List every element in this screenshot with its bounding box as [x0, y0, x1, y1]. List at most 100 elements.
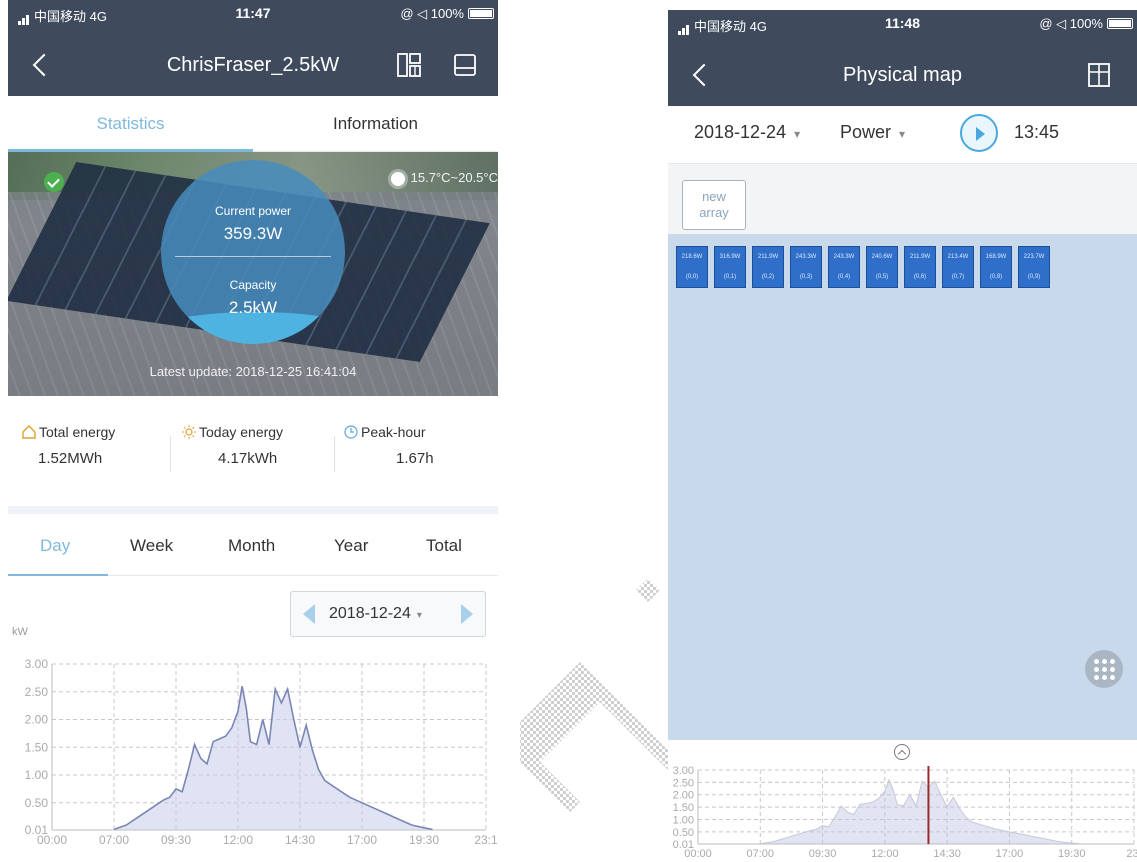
metric-select[interactable]: Power ▾ — [840, 122, 905, 143]
solar-panel[interactable]: 168.9W (0,8) — [980, 246, 1012, 288]
tab-day[interactable]: Day — [40, 536, 70, 556]
panel-power: 243.3W — [833, 254, 855, 260]
collapse-icon[interactable] — [894, 744, 910, 760]
solar-panel[interactable]: 211.9W (0,2) — [752, 246, 784, 288]
panel-power: 240.6W — [871, 254, 893, 260]
header: 中国移动 4G 11:47 @ ◁ 100% ChrisFraser_2.5kW — [8, 0, 498, 96]
x-tick-label: 17:00 — [996, 848, 1024, 860]
x-tick-label: 23: — [1126, 848, 1137, 860]
date-select[interactable]: 2018-12-24 ▾ — [329, 605, 422, 623]
app-screen-physical-map: 中国移动 4G 11:48 @ ◁ 100% Physical map 2018… — [668, 10, 1137, 862]
y-tick-label: 0.50 — [25, 796, 49, 810]
map-toolbar: 2018-12-24 ▾ Power ▾ 13:45 — [668, 106, 1137, 164]
x-tick-label: 23:1 — [474, 833, 498, 847]
stat-value: 1.67h — [396, 450, 434, 467]
divider — [334, 436, 335, 472]
solar-panel[interactable]: 243.3W (0,3) — [790, 246, 822, 288]
y-tick-label: 2.00 — [673, 790, 694, 802]
play-icon[interactable] — [960, 114, 998, 152]
x-tick-label: 17:00 — [347, 833, 377, 847]
panel-position: (0,7) — [951, 274, 965, 280]
map-layout-icon[interactable] — [1086, 62, 1112, 88]
y-tick-label: 3.00 — [25, 657, 49, 671]
selected-metric: Power — [840, 122, 892, 142]
stat-label: Today energy — [199, 424, 284, 440]
panel-power: 243.3W — [795, 254, 817, 260]
section-gap — [8, 506, 498, 514]
gauge-divider — [175, 256, 331, 257]
solar-panel[interactable]: 243.3W (0,4) — [828, 246, 860, 288]
next-day-icon[interactable] — [461, 604, 473, 624]
capacity-value: 2.5kW — [228, 298, 278, 317]
chevron-down-icon: ▾ — [416, 610, 422, 621]
panel-power: 218.6W — [681, 254, 703, 260]
solar-panel[interactable]: 213.4W (0,7) — [942, 246, 974, 288]
x-tick-label: 19:30 — [409, 833, 439, 847]
solar-panel[interactable]: 316.9W (0,1) — [714, 246, 746, 288]
new-array-button[interactable]: new array — [682, 180, 746, 230]
x-tick-label: 09:30 — [161, 833, 191, 847]
previous-day-icon[interactable] — [303, 604, 315, 624]
temperature-range: 15.7°C~20.5°C — [410, 170, 498, 185]
power-gauge: Current power 359.3W Capacity 2.5kW — [161, 160, 345, 344]
y-tick-label: 1.00 — [25, 768, 49, 782]
y-tick-label: 2.50 — [25, 685, 49, 699]
navbar: ChrisFraser_2.5kW — [8, 40, 498, 90]
solar-panel[interactable]: 211.9W (0,6) — [904, 246, 936, 288]
panel-power: 316.9W — [719, 254, 741, 260]
x-tick-label: 14:30 — [933, 848, 961, 860]
panel-power: 211.9W — [757, 254, 779, 260]
solar-panel[interactable]: 218.6W (0,0) — [676, 246, 708, 288]
stat-label: Total energy — [39, 424, 116, 440]
tab-month[interactable]: Month — [228, 536, 275, 556]
device-icon[interactable] — [452, 52, 478, 78]
tab-bar: Statistics Information — [8, 96, 498, 152]
stat-label: Peak-hour — [361, 424, 426, 440]
page-title: ChrisFraser_2.5kW — [166, 54, 340, 76]
status-bar: 中国移动 4G 11:48 @ ◁ 100% — [668, 10, 1137, 36]
stat-today-energy: Today energy 4.17kWh — [182, 424, 283, 484]
y-tick-label: 1.50 — [673, 802, 694, 814]
tab-total[interactable]: Total — [426, 536, 462, 556]
x-tick-label: 09:30 — [809, 848, 837, 860]
x-tick-label: 19:30 — [1058, 848, 1086, 860]
solar-panel[interactable]: 240.6W (0,5) — [866, 246, 898, 288]
period-indicator — [8, 574, 108, 576]
panel-position: (0,8) — [989, 274, 1003, 280]
tab-information[interactable]: Information — [253, 96, 498, 152]
tab-statistics[interactable]: Statistics — [8, 96, 253, 152]
y-tick-label: 1.00 — [673, 814, 694, 826]
check-icon — [44, 172, 64, 192]
tab-week[interactable]: Week — [130, 536, 173, 556]
panel-position: (0,1) — [723, 274, 737, 280]
watermark-decoration — [520, 578, 676, 812]
physical-map-canvas[interactable]: 218.6W (0,0) 316.9W (0,1) 211.9W (0,2) 243.3W (… — [668, 234, 1137, 740]
stat-value: 4.17kWh — [218, 450, 278, 467]
panel-power: 211.9W — [909, 254, 931, 260]
y-tick-label: 0.50 — [673, 827, 694, 839]
tab-year[interactable]: Year — [334, 536, 368, 556]
selected-date: 2018-12-24 — [694, 122, 787, 142]
panel-power: 213.4W — [947, 254, 969, 260]
y-tick-label: 2.00 — [25, 713, 49, 727]
layout-icon[interactable] — [396, 52, 422, 78]
current-power-label: Current power — [214, 204, 292, 218]
status-right: @ ◁ 100% — [400, 6, 464, 21]
x-tick-label: 07:00 — [747, 848, 775, 860]
panel-position: (0,4) — [837, 274, 851, 280]
grid-menu-icon[interactable] — [1085, 650, 1123, 688]
latest-update: Latest update: 2018-12-25 16:41:04 — [149, 364, 357, 379]
plant-hero: 15.7°C~20.5°C Current power 359.3W Capac… — [8, 152, 498, 396]
panel-position: (0,5) — [875, 274, 889, 280]
chevron-down-icon: ▾ — [899, 127, 906, 141]
x-tick-label: 00:00 — [684, 848, 712, 860]
solar-panel[interactable]: 223.7W (0,9) — [1018, 246, 1050, 288]
panel-position: (0,3) — [799, 274, 813, 280]
date-select[interactable]: 2018-12-24 ▾ — [694, 122, 800, 143]
divider — [170, 436, 171, 472]
y-tick-label: 3.00 — [673, 765, 694, 777]
x-tick-label: 07:00 — [99, 833, 129, 847]
battery-icon — [468, 8, 494, 19]
x-tick-label: 12:00 — [871, 848, 899, 860]
stat-total-energy: Total energy 1.52MWh — [22, 424, 115, 484]
